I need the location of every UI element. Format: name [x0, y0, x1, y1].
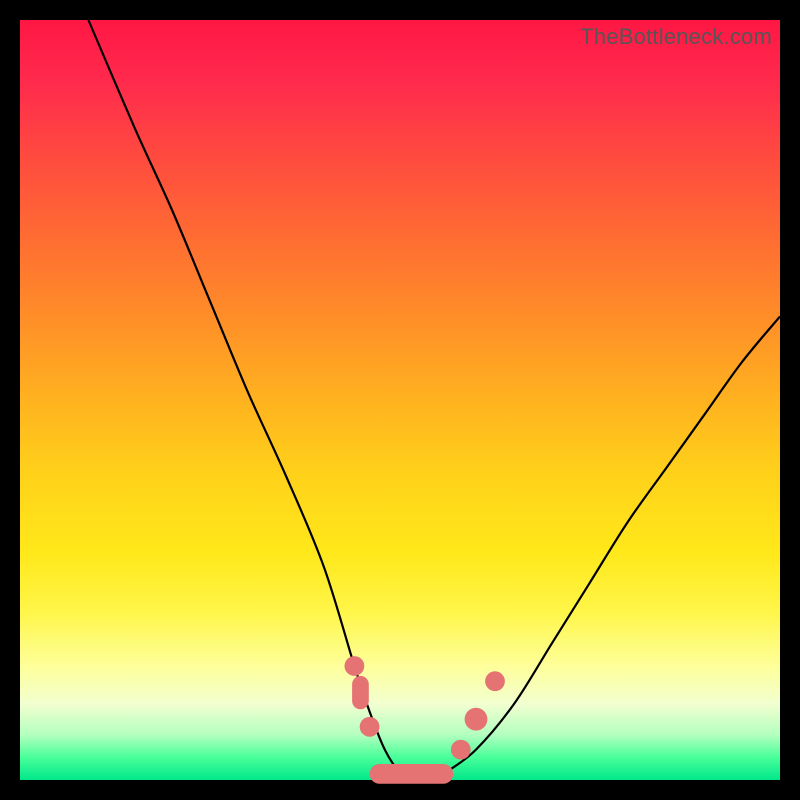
bottleneck-curve	[88, 20, 780, 781]
marker-dot	[360, 717, 380, 737]
chart-frame: TheBottleneck.com	[0, 0, 800, 800]
marker-dot	[345, 656, 365, 676]
plot-area: TheBottleneck.com	[20, 20, 780, 780]
marker-pill	[352, 676, 369, 709]
marker-dot	[485, 671, 505, 691]
curve-svg	[20, 20, 780, 780]
marker-group	[345, 656, 505, 784]
marker-dot	[465, 708, 488, 731]
marker-pill	[370, 764, 454, 784]
marker-dot	[451, 740, 471, 760]
